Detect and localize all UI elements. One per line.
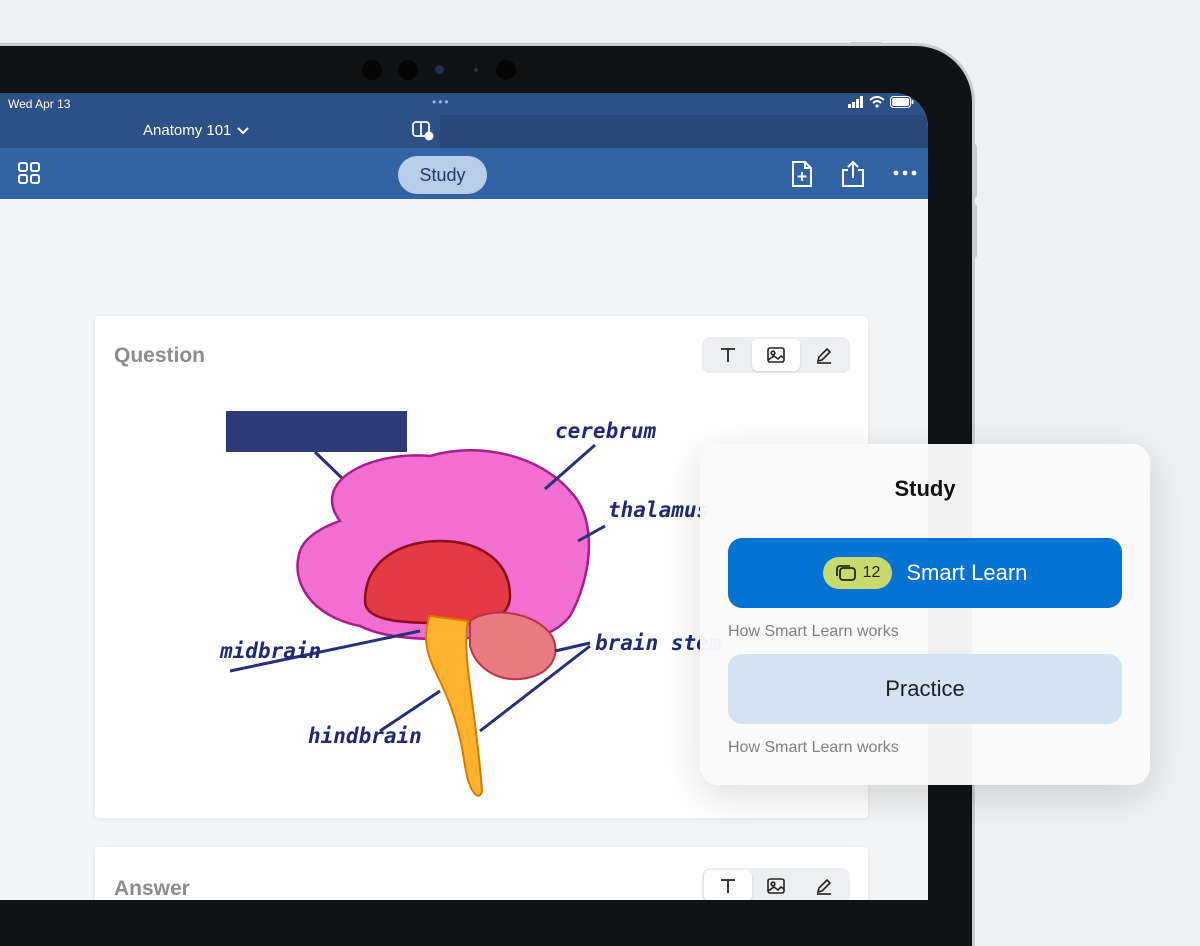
secondary-titlebar [440, 115, 928, 148]
question-mode-segment [702, 337, 850, 373]
study-popover: Study 12 Smart Learn How Smart Learn wor… [700, 444, 1150, 785]
deck-title-button[interactable]: Anatomy 101 [143, 122, 250, 139]
label-leader [313, 450, 347, 483]
window-titlebar: Anatomy 101 [0, 115, 440, 148]
side-button-2 [972, 204, 977, 258]
answer-label: Answer [114, 877, 190, 900]
wifi-icon [869, 96, 885, 108]
status-icons [848, 96, 914, 108]
smart-learn-button[interactable]: 12 Smart Learn [728, 538, 1122, 608]
image-icon [767, 347, 785, 363]
deck-title: Anatomy 101 [143, 122, 232, 139]
smart-learn-label: Smart Learn [906, 560, 1028, 585]
popover-title: Study [894, 476, 956, 501]
sensor-icon [474, 68, 478, 72]
split-view-icon[interactable] [412, 121, 434, 141]
sensor-icon [398, 60, 418, 80]
more-icon[interactable] [893, 170, 917, 176]
hindbrain-label: hindbrain [308, 724, 422, 748]
card-count: 12 [862, 564, 881, 581]
smart-learn-helper-link[interactable]: How Smart Learn works [728, 623, 899, 641]
label-mask [226, 411, 407, 452]
draw-icon [816, 878, 832, 895]
grid-icon[interactable] [18, 162, 40, 184]
cerebrum-label: cerebrum [555, 419, 657, 443]
multitask-dots-icon[interactable]: ••• [432, 95, 451, 109]
cards-icon [835, 565, 856, 581]
answer-card[interactable]: Answer [95, 847, 868, 900]
card-count-badge: 12 [822, 557, 893, 589]
draw-mode-button[interactable] [800, 870, 848, 900]
signal-icon [848, 96, 863, 108]
sensor-icon [496, 60, 516, 80]
battery-icon [890, 96, 914, 108]
text-icon [721, 879, 735, 893]
image-mode-button[interactable] [752, 339, 800, 371]
thalamus-label: thalamus [608, 498, 709, 522]
practice-label: Practice [885, 676, 965, 701]
text-mode-button[interactable] [704, 870, 752, 900]
mode-pill-study[interactable]: Study [398, 156, 487, 194]
text-icon [721, 348, 735, 362]
practice-button[interactable]: Practice [728, 654, 1122, 724]
app-toolbar: Study [0, 148, 928, 199]
sensor-icon [362, 60, 382, 80]
side-button-1 [972, 144, 977, 198]
status-date: Wed Apr 13 [8, 97, 71, 111]
text-mode-button[interactable] [704, 339, 752, 371]
side-button-top [850, 42, 882, 46]
question-label: Question [114, 344, 206, 367]
camera-icon [435, 65, 444, 74]
add-page-icon[interactable] [790, 160, 814, 188]
midbrain-label: midbrain [219, 639, 321, 663]
image-mode-button[interactable] [752, 870, 800, 900]
answer-mode-segment [702, 868, 850, 900]
status-bar: Wed Apr 13 ••• [0, 93, 928, 115]
draw-icon [816, 347, 832, 364]
draw-mode-button[interactable] [800, 339, 848, 371]
image-icon [767, 878, 785, 894]
practice-helper-link[interactable]: How Smart Learn works [728, 739, 899, 757]
chevron-down-icon [237, 126, 250, 134]
share-icon[interactable] [840, 160, 866, 188]
